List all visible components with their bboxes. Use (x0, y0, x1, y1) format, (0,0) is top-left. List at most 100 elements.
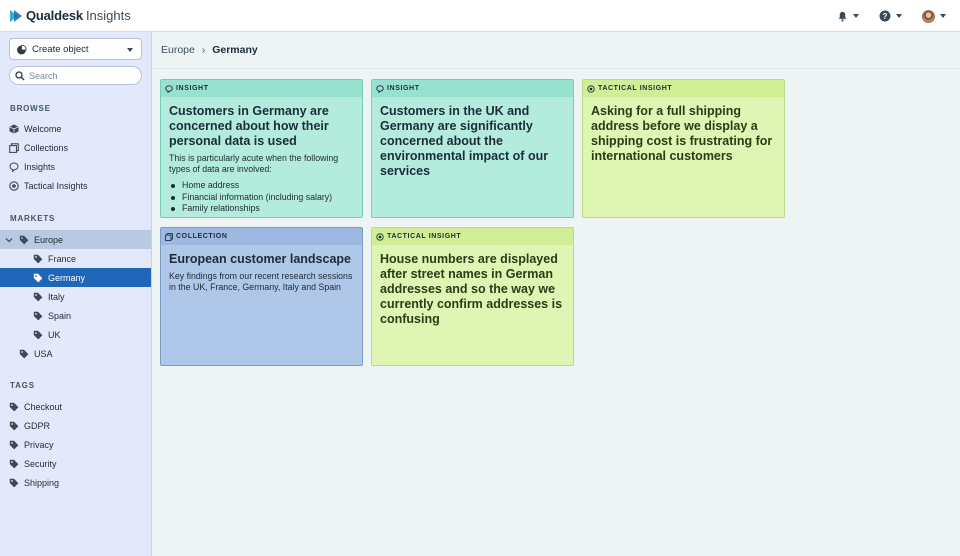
card-type-label: COLLECTION (176, 233, 228, 240)
nav-insights[interactable]: Insights (0, 157, 151, 176)
top-bar: Qualdesk Insights ? (0, 0, 960, 32)
collection-icon (9, 142, 19, 153)
tactical-insight-card[interactable]: TACTICAL INSIGHT House numbers are displ… (371, 227, 574, 366)
tag-icon (9, 402, 19, 411)
card-title: Customers in the UK and Germany are sign… (380, 104, 549, 178)
insight-card[interactable]: INSIGHT Customers in the UK and Germany … (371, 79, 574, 218)
help-button[interactable]: ? (879, 10, 902, 22)
card-body: This is particularly acute when the foll… (169, 153, 339, 175)
nav-market-germany[interactable]: Germany (0, 268, 151, 287)
cards-grid: INSIGHT Customers in Germany are concern… (152, 70, 960, 556)
nav-tag-checkout-label: Checkout (24, 401, 63, 412)
tag-icon (33, 273, 43, 282)
nav-tag-security-label: Security (24, 458, 57, 469)
nav-tag-shipping-label: Shipping (24, 477, 60, 488)
nav-market-france-label: France (48, 253, 77, 264)
nav-welcome-label: Welcome (24, 123, 62, 134)
nav-market-europe[interactable]: Europe (0, 230, 151, 249)
nav-collections[interactable]: Collections (0, 138, 151, 157)
nav-tag-privacy-label: Privacy (24, 439, 54, 450)
tag-icon (33, 330, 43, 339)
markets-heading: MARKETS (10, 214, 56, 223)
list-item: Financial information (including salary) (171, 192, 362, 204)
card-title: Customers in Germany are concerned about… (169, 104, 329, 148)
card-type-header: INSIGHT (372, 80, 573, 97)
tag-icon (33, 292, 43, 301)
insight-icon (376, 84, 384, 93)
tag-icon (9, 459, 19, 468)
chevron-down-icon (940, 14, 946, 18)
nav-tag-gdpr[interactable]: GDPR (0, 416, 151, 435)
search-box[interactable] (9, 66, 142, 85)
nav-market-europe-label: Europe (34, 234, 64, 245)
card-title: European customer landscape (169, 252, 352, 266)
create-object-icon (17, 44, 27, 54)
nav-tag-gdpr-label: GDPR (24, 420, 51, 431)
cube-icon (9, 124, 19, 134)
nav-market-germany-label: Germany (48, 272, 86, 283)
notifications-button[interactable] (837, 11, 859, 22)
nav-tactical-insights[interactable]: Tactical Insights (0, 176, 151, 195)
breadcrumb-separator: › (201, 44, 206, 56)
insight-icon (165, 84, 173, 93)
tag-icon (33, 254, 43, 263)
breadcrumb: Europe › Germany (152, 32, 960, 69)
help-icon: ? (879, 10, 891, 22)
card-type-label: INSIGHT (387, 85, 420, 92)
nav-market-usa[interactable]: USA (0, 344, 151, 363)
nav-tag-security[interactable]: Security (0, 454, 151, 473)
tactical-insight-card[interactable]: TACTICAL INSIGHT Asking for a full shipp… (582, 79, 785, 218)
chevron-down-icon (853, 14, 859, 18)
chevron-down-icon (127, 48, 133, 52)
brand-subtitle: Insights (85, 8, 131, 23)
svg-text:?: ? (883, 12, 888, 21)
card-title: House numbers are displayed after street… (380, 252, 563, 326)
insight-card[interactable]: INSIGHT Customers in Germany are concern… (160, 79, 363, 218)
list-item: Home address (171, 180, 362, 192)
insight-icon (9, 161, 19, 172)
search-icon (15, 70, 25, 80)
nav-welcome[interactable]: Welcome (0, 119, 151, 138)
browse-heading: BROWSE (10, 104, 51, 113)
card-type-label: TACTICAL INSIGHT (598, 85, 673, 92)
target-icon (587, 84, 595, 93)
nav-tag-shipping[interactable]: Shipping (0, 473, 151, 492)
search-input[interactable] (29, 70, 139, 81)
card-type-header: COLLECTION (161, 228, 362, 245)
nav-market-uk-label: UK (48, 329, 61, 340)
nav-market-spain[interactable]: Spain (0, 306, 151, 325)
card-type-header: TACTICAL INSIGHT (372, 228, 573, 245)
card-list: Home address Financial information (incl… (161, 175, 362, 215)
app-logo[interactable]: Qualdesk Insights (9, 8, 131, 23)
nav-insights-label: Insights (24, 161, 56, 172)
target-icon (376, 232, 384, 241)
collection-card[interactable]: COLLECTION European customer landscape K… (160, 227, 363, 366)
breadcrumb-europe[interactable]: Europe (161, 44, 195, 56)
nav-market-uk[interactable]: UK (0, 325, 151, 344)
card-type-label: TACTICAL INSIGHT (387, 233, 462, 240)
chevron-down-icon (896, 14, 902, 18)
nav-tactical-insights-label: Tactical Insights (24, 180, 88, 191)
brand-name: Qualdesk (26, 8, 83, 23)
nav-market-italy[interactable]: Italy (0, 287, 151, 306)
card-body: Key findings from our recent research se… (169, 271, 353, 293)
collection-icon (165, 232, 173, 241)
tag-icon (33, 311, 43, 320)
tag-icon (19, 235, 29, 244)
create-object-button[interactable]: Create object (9, 38, 142, 60)
sidebar: Create object BROWSE Welcome Collections… (0, 32, 152, 556)
nav-market-usa-label: USA (34, 348, 53, 359)
card-title: Asking for a full shipping address befor… (591, 104, 773, 163)
card-type-header: TACTICAL INSIGHT (583, 80, 784, 97)
nav-tag-checkout[interactable]: Checkout (0, 397, 151, 416)
nav-market-france[interactable]: France (0, 249, 151, 268)
card-type-label: INSIGHT (176, 85, 209, 92)
tag-icon (9, 440, 19, 449)
user-menu-button[interactable] (922, 9, 946, 23)
chevron-down-icon[interactable] (5, 236, 13, 244)
bell-icon (838, 11, 847, 21)
page-title: Germany (212, 44, 258, 56)
nav-tag-privacy[interactable]: Privacy (0, 435, 151, 454)
list-item: Family relationships (171, 203, 362, 215)
nav-collections-label: Collections (24, 142, 69, 153)
